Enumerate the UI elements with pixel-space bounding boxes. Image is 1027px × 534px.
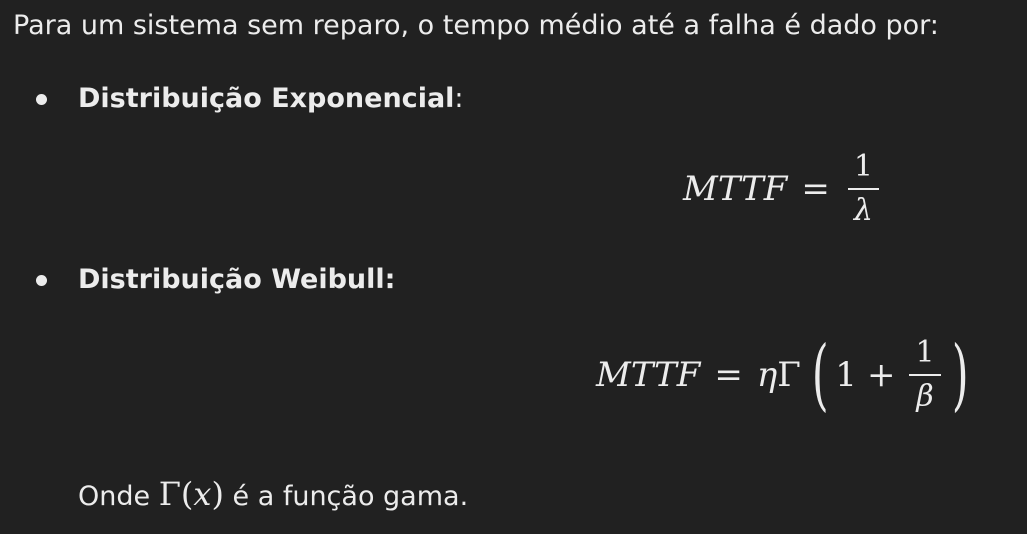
formula-fraction: 1 λ <box>847 149 879 228</box>
where-prefix: Onde <box>78 481 159 512</box>
formula-weibull: MTTF = η Γ ( 1 + 1 β ) <box>596 330 975 420</box>
where-arg: x <box>193 475 212 513</box>
formula-lhs: MTTF <box>683 169 788 209</box>
formula-gamma: Γ <box>777 355 801 395</box>
formula-lhs: MTTF <box>596 355 701 395</box>
intro-text: Para um sistema sem reparo, o tempo médi… <box>13 10 939 41</box>
where-arg-close: ) <box>211 475 224 513</box>
bullet-title: Distribuição Weibull: <box>78 264 396 295</box>
formula-fraction: 1 β <box>909 335 941 414</box>
formula-equals: = <box>801 169 830 209</box>
formula-plus: + <box>866 355 896 395</box>
bullet-title-suffix: : <box>454 83 464 114</box>
where-gamma: Γ <box>158 475 181 513</box>
where-suffix: é a função gama. <box>223 481 469 512</box>
formula-one: 1 <box>835 355 857 395</box>
bullet-label-weibull: Distribuição Weibull: <box>78 262 395 298</box>
fraction-bar <box>909 374 941 376</box>
fraction-bar <box>847 188 879 190</box>
fraction-numerator: 1 <box>915 335 935 370</box>
formula-close-paren: ) <box>951 330 969 420</box>
formula-exponential: MTTF = 1 λ <box>683 150 883 228</box>
fraction-denominator: λ <box>853 193 873 228</box>
bullet-dot <box>36 94 47 105</box>
formula-eta: η <box>756 355 778 395</box>
document-content: Para um sistema sem reparo, o tempo médi… <box>0 0 1027 534</box>
bullet-dot <box>36 275 47 286</box>
formula-open-paren: ( <box>811 330 829 420</box>
where-arg-open: ( <box>180 475 194 513</box>
fraction-numerator: 1 <box>853 149 873 184</box>
fraction-denominator: β <box>916 379 934 414</box>
where-note: Onde Γ(x) é a função gama. <box>78 474 468 517</box>
bullet-title: Distribuição Exponencial <box>78 83 455 114</box>
formula-equals: = <box>714 355 743 395</box>
bullet-label-exponential: Distribuição Exponencial: <box>78 81 464 117</box>
